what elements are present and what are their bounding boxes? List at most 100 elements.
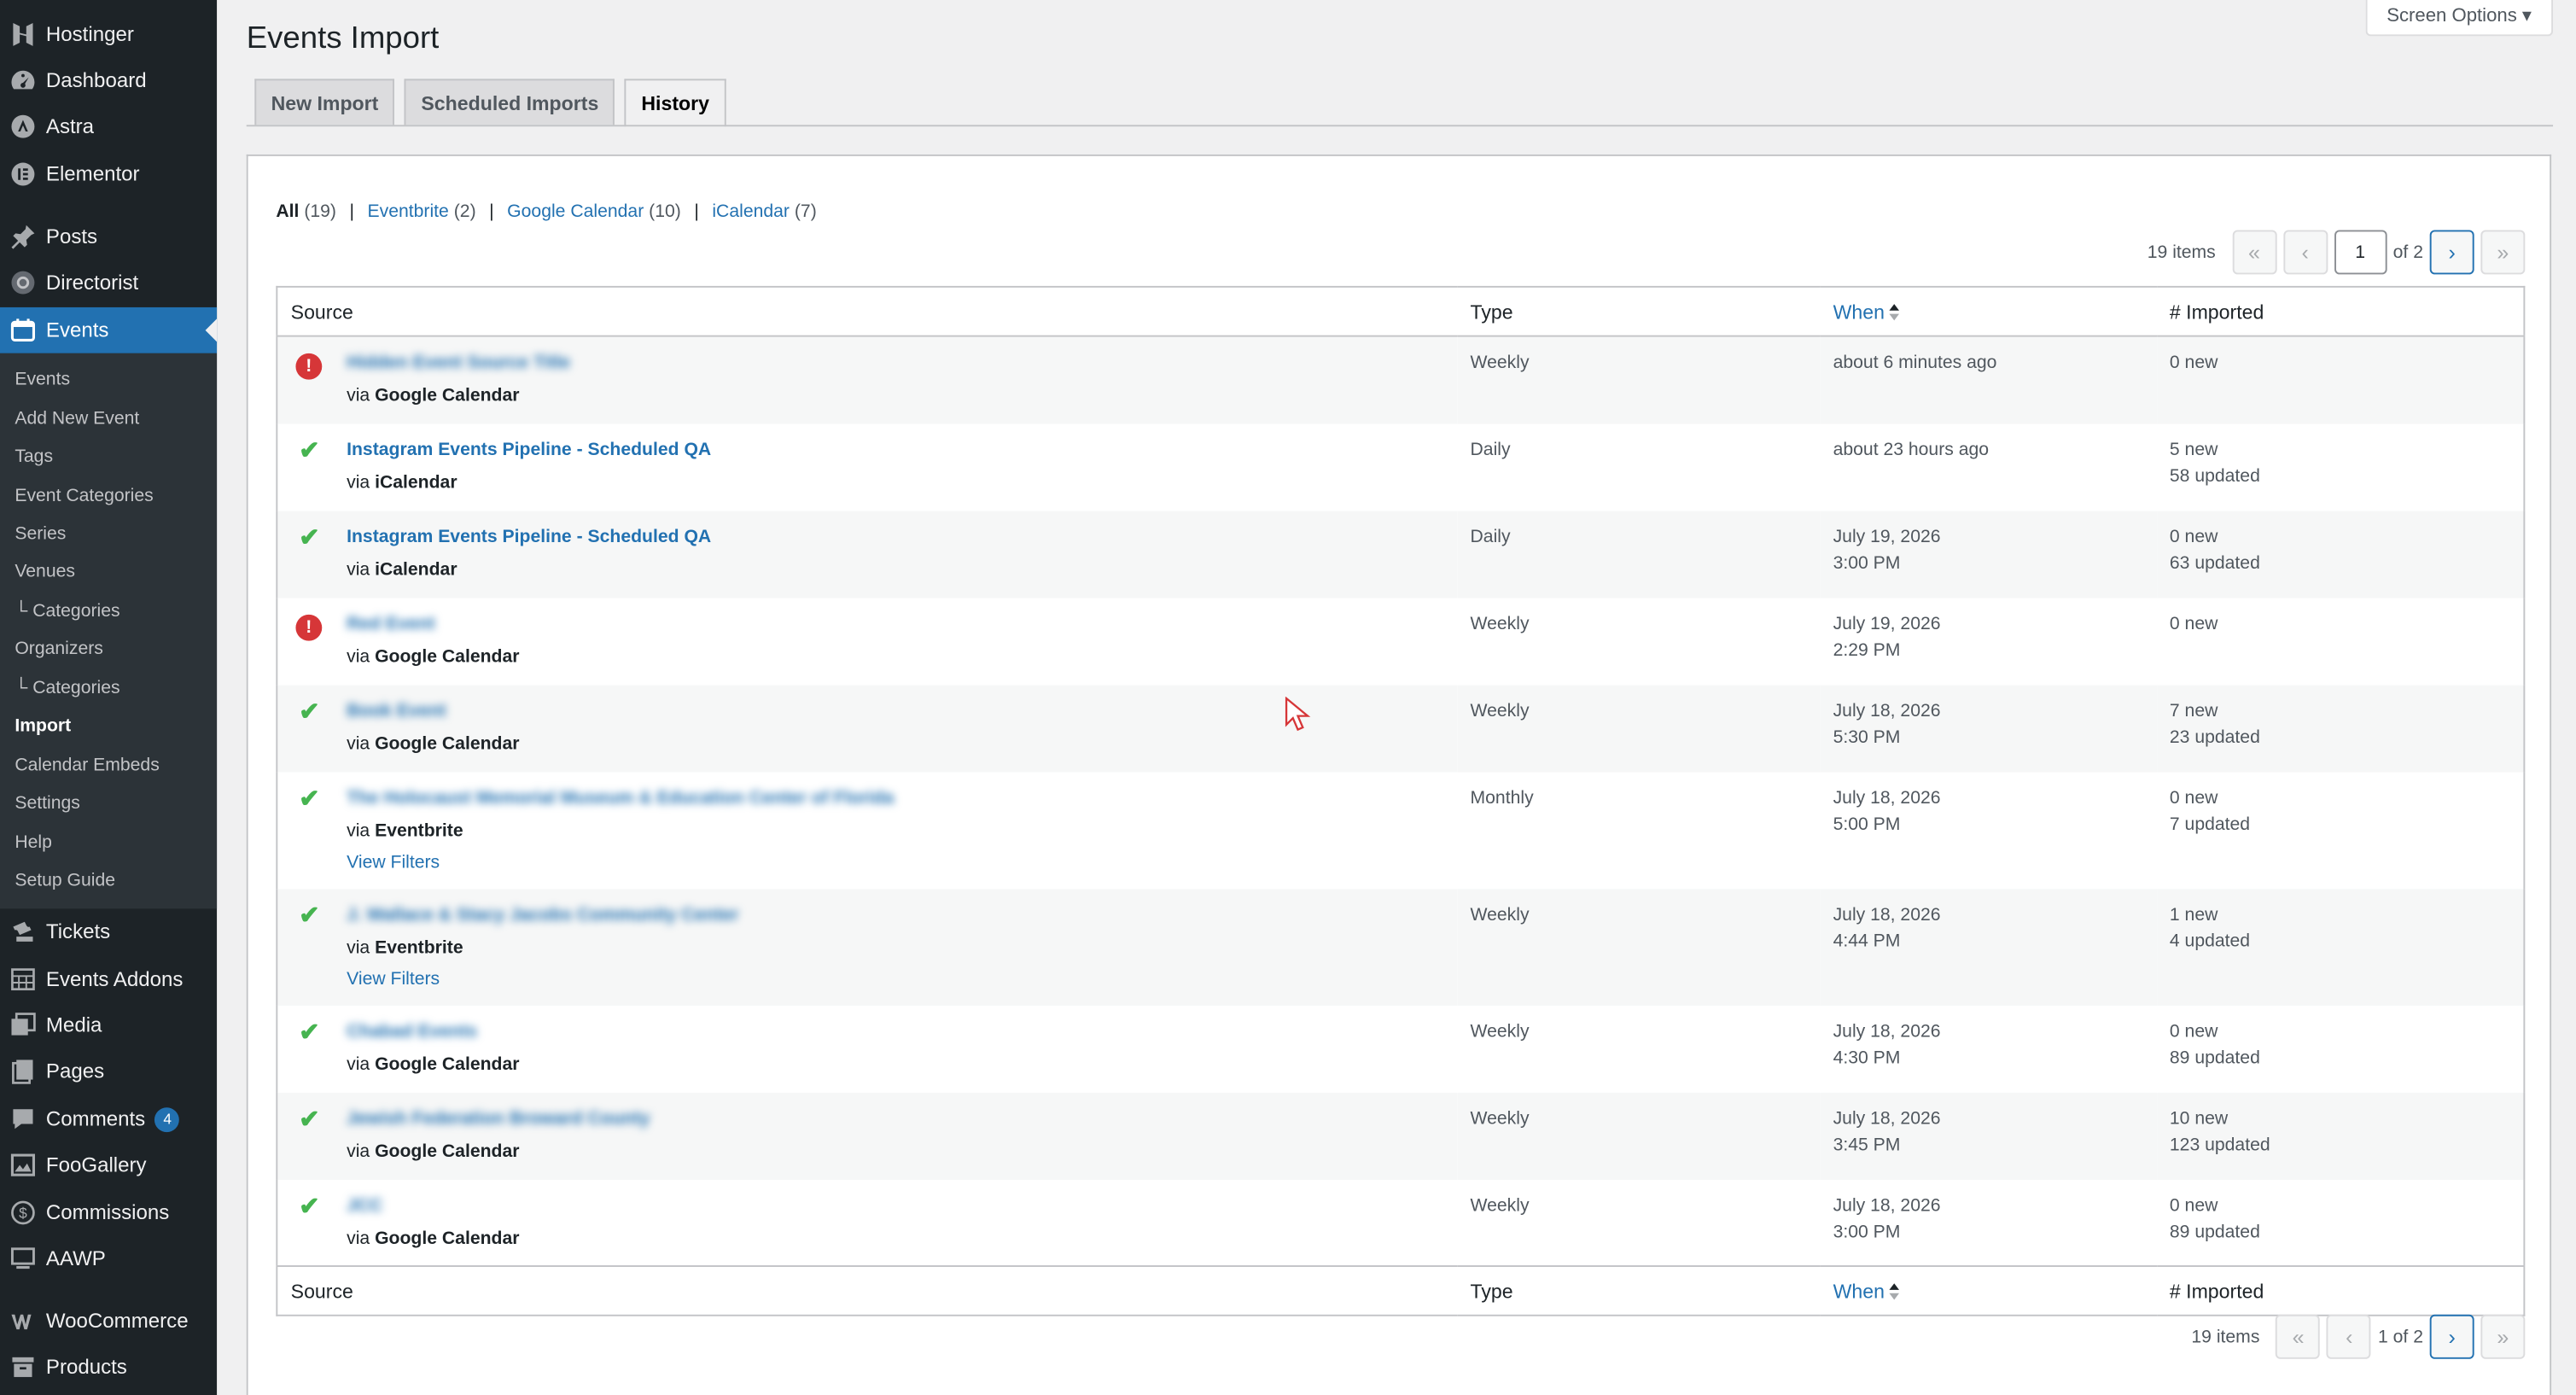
next-page-button[interactable]: ›: [2429, 1314, 2474, 1359]
filter-all[interactable]: All: [276, 202, 299, 222]
menu-products[interactable]: Products: [0, 1344, 217, 1390]
when-date: about 23 hours ago: [1833, 439, 1990, 459]
archive-icon: [0, 1354, 46, 1380]
via-prefix: via: [347, 472, 370, 493]
table-row: ! Red Event via Google Calendar Weekly July …: [277, 598, 2524, 685]
last-page-button[interactable]: »: [2480, 1314, 2526, 1359]
view-filters-link[interactable]: View Filters: [347, 966, 1444, 992]
menu-media[interactable]: Media: [0, 1002, 217, 1048]
menu-aawp[interactable]: AAWP: [0, 1235, 217, 1281]
submenu-organizers[interactable]: Organizers: [15, 636, 103, 662]
last-page-button[interactable]: »: [2480, 230, 2526, 275]
imported-cell: 0 new: [2156, 598, 2524, 685]
source-cell: ✔ Instagram Events Pipeline - Scheduled Q…: [277, 511, 1457, 598]
source-type: iCalendar: [375, 472, 458, 493]
menu-label: Events Addons: [45, 967, 184, 991]
source-title-link[interactable]: The Holocaust Memorial Museum & Educatio…: [347, 785, 1444, 811]
col-when[interactable]: When: [1820, 1265, 2157, 1316]
menu-events-addons[interactable]: Events Addons: [0, 956, 217, 1002]
submenu-setup-guide[interactable]: Setup Guide: [15, 867, 115, 894]
submenu-series[interactable]: Series: [15, 521, 66, 547]
sort-when-link[interactable]: When: [1833, 300, 1885, 323]
submenu-organizer-categories[interactable]: └ Categories: [15, 675, 119, 702]
type-cell: Weekly: [1470, 904, 1530, 925]
source-title-link[interactable]: J. Wallace & Stacy Jacobs Community Cent…: [347, 902, 1444, 928]
menu-label: Dashboard: [45, 68, 147, 92]
screen-options-button[interactable]: Screen Options ▾: [2365, 0, 2554, 37]
submenu-import[interactable]: Import: [15, 713, 71, 739]
via-prefix: via: [347, 1141, 370, 1161]
error-icon: !: [295, 613, 323, 640]
menu-label: Media: [45, 1013, 102, 1037]
filter-google-calendar[interactable]: Google Calendar: [507, 202, 644, 222]
submenu-settings[interactable]: Settings: [15, 791, 80, 817]
when-time: 4:30 PM: [1833, 1048, 1901, 1068]
table-row: ✔ J. Wallace & Stacy Jacobs Community Cen…: [277, 888, 2525, 1005]
type-cell: Daily: [1470, 526, 1511, 546]
menu-foogallery[interactable]: FooGallery: [0, 1142, 217, 1188]
menu-woocommerce[interactable]: WooCommerce: [0, 1299, 217, 1345]
menu-directorist[interactable]: Directorist: [0, 260, 217, 306]
imported-new: 0 new: [2169, 787, 2218, 808]
menu-tickets[interactable]: Tickets: [0, 908, 217, 954]
menu-commissions[interactable]: $ Commissions: [0, 1190, 217, 1236]
source-title-link[interactable]: Jewish Federation Broward County: [347, 1105, 1444, 1131]
source-title-link[interactable]: JCC: [347, 1192, 1444, 1218]
when-date: July 18, 2026: [1833, 1195, 1941, 1216]
when-time: 5:00 PM: [1833, 814, 1901, 834]
menu-dashboard[interactable]: Dashboard: [0, 57, 217, 103]
menu-label: Directorist: [45, 271, 139, 295]
next-page-button[interactable]: ›: [2429, 230, 2474, 275]
menu-pages[interactable]: Pages: [0, 1048, 217, 1094]
when-time: 5:30 PM: [1833, 727, 1901, 747]
source-title-link[interactable]: Instagram Events Pipeline - Scheduled QA: [347, 436, 1444, 463]
via-prefix: via: [347, 386, 370, 406]
submenu-tags[interactable]: Tags: [15, 444, 53, 470]
menu-elementor[interactable]: Elementor: [0, 151, 217, 197]
source-cell: ✔ The Holocaust Memorial Museum & Educati…: [277, 772, 1457, 889]
type-cell: Weekly: [1470, 1021, 1530, 1042]
filter-icalendar[interactable]: iCalendar: [712, 202, 790, 222]
view-filters-link[interactable]: View Filters: [347, 849, 1444, 875]
menu-astra[interactable]: Astra: [0, 103, 217, 149]
when-time: 2:29 PM: [1833, 639, 1901, 660]
source-via: via iCalendar: [347, 557, 1444, 583]
current-page-input[interactable]: 1: [2334, 230, 2387, 275]
prev-page-button[interactable]: ‹: [2282, 230, 2328, 275]
menu-events[interactable]: Events: [0, 306, 218, 353]
menu-comments[interactable]: Comments 4: [0, 1096, 217, 1142]
sort-when-link[interactable]: When: [1833, 1279, 1885, 1302]
source-title-link[interactable]: Instagram Events Pipeline - Scheduled QA: [347, 523, 1444, 550]
source-via: via Google Calendar: [347, 644, 1444, 670]
imported-new: 0 new: [2169, 613, 2218, 633]
source-title-link[interactable]: Book Event: [347, 698, 1444, 724]
col-when[interactable]: When: [1820, 286, 2157, 337]
tab-scheduled-imports[interactable]: Scheduled Imports: [405, 79, 615, 125]
first-page-button[interactable]: «: [2232, 230, 2276, 275]
submenu-add-new-event[interactable]: Add New Event: [15, 406, 139, 432]
submenu-help[interactable]: Help: [15, 830, 52, 856]
tab-new-import[interactable]: New Import: [254, 79, 395, 125]
submenu-venues[interactable]: Venues: [15, 558, 75, 585]
grid-calendar-icon: [0, 966, 46, 993]
when-cell: July 18, 2026 5:00 PM: [1820, 772, 2156, 889]
source-via: via Eventbrite: [347, 934, 1444, 960]
table-row: ✔ The Holocaust Memorial Museum & Educati…: [277, 772, 2524, 889]
menu-hostinger[interactable]: Hostinger: [0, 11, 217, 57]
source-title-link[interactable]: Chabad Events: [347, 1018, 1444, 1044]
submenu-calendar-embeds[interactable]: Calendar Embeds: [15, 753, 159, 779]
pin-icon: [0, 224, 46, 250]
submenu-event-categories[interactable]: Event Categories: [15, 483, 153, 510]
tab-history[interactable]: History: [625, 79, 726, 127]
first-page-button[interactable]: «: [2276, 1314, 2321, 1359]
filter-eventbrite[interactable]: Eventbrite: [368, 202, 449, 222]
source-title-link[interactable]: Hidden Event Source Title: [347, 350, 1444, 376]
submenu-venue-categories[interactable]: └ Categories: [15, 598, 119, 625]
table-footer-row: Source Type When # Imported: [277, 1265, 2525, 1316]
source-title-link[interactable]: Red Event: [347, 610, 1444, 637]
prev-page-button[interactable]: ‹: [2327, 1314, 2372, 1359]
bottom-pagination: 19 items « ‹ 1 of 2 › »: [2191, 1314, 2526, 1359]
menu-posts[interactable]: Posts: [0, 213, 217, 260]
submenu-events[interactable]: Events: [15, 366, 70, 393]
items-count: 19 items: [2147, 242, 2216, 262]
